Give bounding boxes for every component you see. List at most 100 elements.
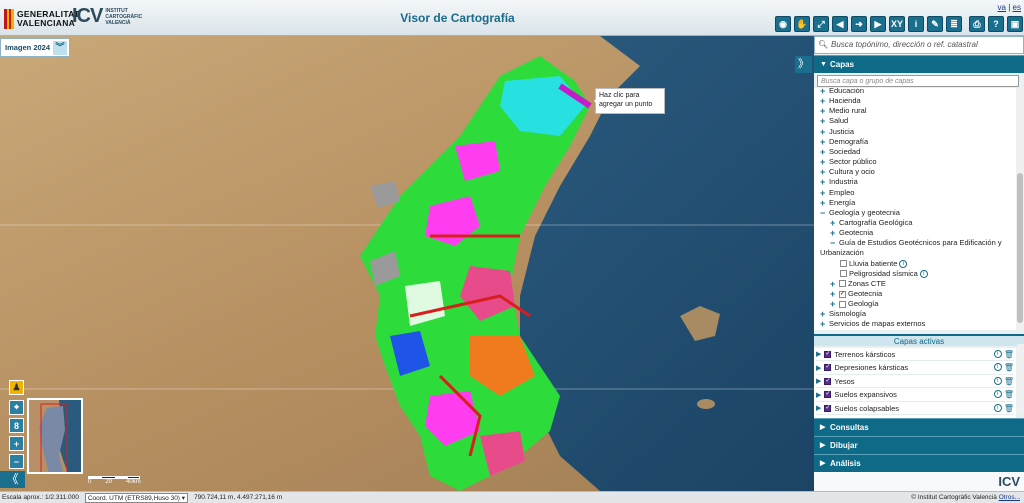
section-anlisis[interactable]: ▶ Análisis: [814, 454, 1024, 472]
trash-icon[interactable]: 🗑︎: [1004, 377, 1014, 386]
expand-icon[interactable]: +: [820, 167, 827, 177]
layer-tree-item[interactable]: + Medio rural: [820, 106, 867, 116]
expand-icon[interactable]: +: [820, 157, 827, 167]
layer-tree-item[interactable]: + Zonas CTE: [830, 279, 886, 289]
expand-icon[interactable]: +: [820, 88, 827, 96]
layer-tree-item[interactable]: + Cartografía Geológica: [830, 218, 912, 228]
expand-icon[interactable]: +: [830, 289, 837, 299]
expand-icon[interactable]: +: [820, 198, 827, 208]
search-input[interactable]: 🔍︎ Busca topónimo, dirección o ref. cata…: [814, 36, 1024, 54]
play-icon[interactable]: ▶: [816, 404, 821, 412]
measure-icon[interactable]: ✎: [927, 16, 943, 32]
layer-info-icon[interactable]: i: [993, 363, 1002, 372]
imagery-selector[interactable]: Imagen 2024 ︾: [0, 38, 70, 57]
active-layer-checkbox[interactable]: ✓: [824, 391, 832, 399]
view-icon[interactable]: ◉: [775, 16, 791, 32]
forward-icon[interactable]: ➜: [851, 16, 867, 32]
layer-tree-item[interactable]: + Sismología: [820, 309, 866, 319]
expand-icon[interactable]: +: [820, 147, 827, 157]
expand-icon[interactable]: +: [820, 96, 827, 106]
layer-tree-item[interactable]: + Justicia: [820, 127, 854, 137]
layer-tree-item[interactable]: + Educación: [820, 88, 864, 96]
pegman-icon[interactable]: ♟: [9, 380, 24, 395]
expand-icon[interactable]: +: [830, 279, 837, 289]
active-layer-checkbox[interactable]: ✓: [824, 364, 832, 372]
active-layer-row[interactable]: ▶ ✓ Yesos i 🗑︎: [816, 375, 1014, 389]
trash-icon[interactable]: 🗑︎: [1004, 350, 1014, 359]
lang-es-link[interactable]: es: [1013, 3, 1021, 12]
layer-info-icon[interactable]: i: [919, 269, 928, 278]
collapse-icon[interactable]: −: [820, 208, 827, 218]
active-layer-checkbox[interactable]: ✓: [824, 377, 832, 385]
layer-search-input[interactable]: Busca capa o grupo de capas: [817, 75, 1019, 87]
layer-tree-item[interactable]: + Cultura y ocio: [820, 167, 875, 177]
pan-hand-icon[interactable]: ✋: [794, 16, 810, 32]
section-dibujar[interactable]: ▶ Dibujar: [814, 436, 1024, 454]
layer-tree-item[interactable]: + ✓ Geotecnia: [830, 289, 882, 299]
info-icon[interactable]: i: [908, 16, 924, 32]
zoom-level-indicator[interactable]: 8: [9, 418, 24, 433]
layer-tree-item[interactable]: + Hacienda: [820, 96, 861, 106]
layer-tree-item[interactable]: + Energía: [820, 198, 855, 208]
collapse-icon[interactable]: −: [830, 238, 837, 248]
crs-select[interactable]: Coord. UTM (ETRS89,Huso 30) ▾: [84, 492, 189, 503]
layer-info-icon[interactable]: i: [899, 259, 908, 268]
layer-tree-item[interactable]: + Sociedad: [820, 147, 860, 157]
layer-info-icon[interactable]: i: [993, 376, 1002, 385]
expand-icon[interactable]: +: [820, 137, 827, 147]
expand-icon[interactable]: +: [820, 177, 827, 187]
expand-icon[interactable]: +: [820, 116, 827, 126]
collapse-panel-button[interactable]: 》: [795, 56, 812, 73]
play-icon[interactable]: ▶: [816, 364, 821, 372]
expand-icon[interactable]: +: [830, 299, 837, 309]
layer-tree-scroll-thumb[interactable]: [1017, 173, 1023, 323]
layer-tree-item[interactable]: + Salud: [820, 116, 848, 126]
layer-checkbox[interactable]: ✓: [839, 290, 846, 298]
active-layer-row[interactable]: ▶ ✓ Depresiones kársticas i 🗑︎: [816, 362, 1014, 375]
layer-tree-item[interactable]: + Industria: [820, 177, 858, 187]
expand-icon[interactable]: +: [820, 319, 827, 329]
locate-icon[interactable]: ⌖: [9, 400, 24, 415]
layer-info-icon[interactable]: i: [993, 349, 1002, 358]
layer-tree-scrollbar[interactable]: [1016, 88, 1024, 330]
layer-info-icon[interactable]: i: [993, 403, 1002, 412]
layer-tree-item[interactable]: Urbanización: [820, 248, 864, 258]
active-layer-row[interactable]: ▶ ✓ Suelos expansivos i 🗑︎: [816, 389, 1014, 402]
credit-more-link[interactable]: Otros...: [999, 494, 1020, 501]
next-icon[interactable]: ▶: [870, 16, 886, 32]
layer-tree-item[interactable]: + Servicios de mapas externos: [820, 319, 925, 329]
expand-icon[interactable]: +: [820, 188, 827, 198]
expand-icon[interactable]: +: [830, 218, 837, 228]
layer-checkbox[interactable]: [840, 270, 847, 278]
trash-icon[interactable]: 🗑︎: [1004, 404, 1014, 413]
layer-tree-item[interactable]: + Geología: [830, 299, 878, 309]
expand-icon[interactable]: +: [830, 228, 837, 238]
expand-icon[interactable]: +: [820, 309, 827, 319]
active-layers-scrollbar[interactable]: [1017, 344, 1024, 414]
zoom-out-button[interactable]: −: [9, 454, 24, 469]
section-consultas[interactable]: ▶ Consultas: [814, 418, 1024, 436]
back-icon[interactable]: ◀: [832, 16, 848, 32]
active-layer-checkbox[interactable]: ✓: [824, 350, 832, 358]
expand-icon[interactable]: +: [820, 106, 827, 116]
layer-tree-item[interactable]: − Guía de Estudios Geotécnicos para Edifi…: [830, 238, 1002, 248]
layer-tree-item[interactable]: + Demografía: [820, 137, 868, 147]
layer-checkbox[interactable]: [840, 260, 847, 268]
expand-icon[interactable]: +: [820, 127, 827, 137]
layer-tree-item[interactable]: + Empleo: [820, 188, 854, 198]
overview-minimap[interactable]: [27, 398, 83, 474]
trash-icon[interactable]: 🗑︎: [1004, 363, 1014, 372]
active-layer-checkbox[interactable]: ✓: [824, 404, 832, 412]
layer-tree-item[interactable]: Peligrosidad sísmica i: [840, 269, 928, 279]
share-icon[interactable]: ▣: [1007, 16, 1023, 32]
chevron-down-icon[interactable]: ︾: [53, 41, 67, 55]
layers-icon[interactable]: ≣: [946, 16, 962, 32]
play-icon[interactable]: ▶: [816, 377, 821, 385]
layer-tree-item[interactable]: Lluvia batiente i: [840, 259, 908, 269]
layer-tree-item[interactable]: + Geotecnia: [830, 228, 873, 238]
print-icon[interactable]: ⎙: [969, 16, 985, 32]
help-icon[interactable]: ?: [988, 16, 1004, 32]
zoom-in-button[interactable]: +: [9, 436, 24, 451]
zoom-full-icon[interactable]: ⤢: [813, 16, 829, 32]
lang-va-link[interactable]: va: [998, 3, 1006, 12]
